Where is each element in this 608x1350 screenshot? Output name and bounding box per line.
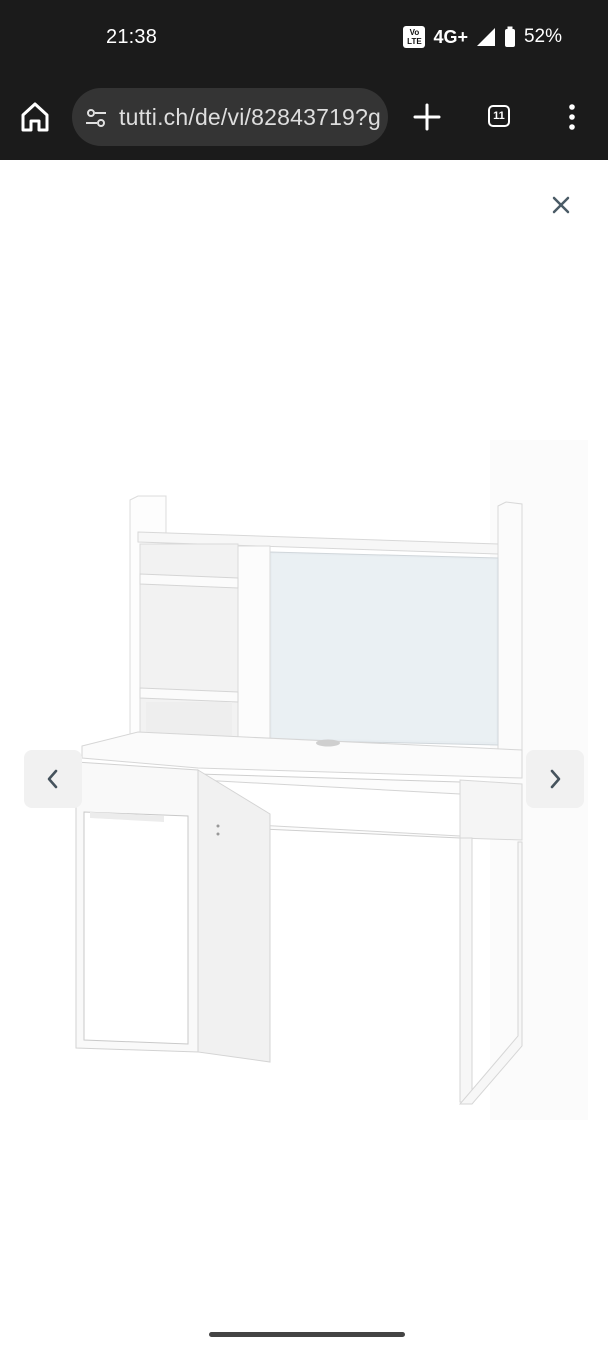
tab-count: 11 (493, 110, 505, 122)
gesture-home-indicator[interactable] (209, 1332, 405, 1337)
browser-toolbar: tutti.ch/de/vi/82843719?g 11 (0, 86, 608, 148)
next-image-button[interactable] (526, 750, 584, 808)
close-icon[interactable] (546, 190, 576, 220)
status-time: 21:38 (106, 26, 158, 48)
more-menu-icon[interactable] (560, 101, 584, 133)
battery-icon (504, 26, 515, 47)
network-type: 4G+ (433, 26, 468, 47)
home-icon[interactable] (18, 100, 52, 134)
status-indicators: Vo LTE 4G+ 52% (403, 26, 562, 48)
url-text[interactable]: tutti.ch/de/vi/82843719?g (119, 104, 381, 131)
volte-icon: Vo LTE (403, 26, 426, 48)
previous-image-button[interactable] (24, 750, 82, 808)
tab-switcher-icon[interactable]: 11 (488, 105, 510, 127)
battery-percentage: 52% (523, 26, 562, 47)
site-settings-icon[interactable] (84, 106, 108, 130)
chevron-left-icon (47, 769, 58, 789)
signal-icon (476, 28, 495, 46)
new-tab-icon[interactable] (412, 102, 442, 132)
product-image (75, 440, 588, 1120)
status-and-browser-bar: 21:38 Vo LTE 4G+ 52% tutti.ch/de/vi/82843… (0, 0, 608, 160)
address-bar[interactable]: tutti.ch/de/vi/82843719?g (72, 88, 388, 146)
chevron-right-icon (550, 769, 561, 789)
